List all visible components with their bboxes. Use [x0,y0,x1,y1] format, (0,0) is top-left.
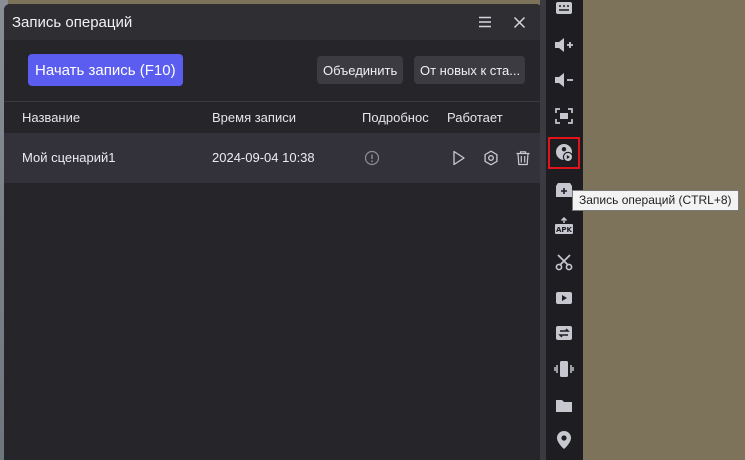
video-record-icon[interactable] [552,286,576,310]
column-time-header: Время записи [212,110,296,125]
svg-text:APK: APK [556,226,573,234]
sort-order-button[interactable]: От новых к ста... [414,56,525,84]
folder-icon[interactable] [552,393,576,417]
operation-record-icon[interactable] [548,137,580,169]
sidebar-tooltip: Запись операций (CTRL+8) [572,190,739,211]
panel-titlebar: Запись операций [4,4,542,40]
column-running-header: Работает [447,110,503,125]
sync-icon[interactable] [552,321,576,345]
shake-icon[interactable] [552,357,576,381]
table-header: Название Время записи Подробнос Работает [4,101,542,133]
operation-record-panel: Запись операций Начать запись (F10) Объе… [4,4,542,460]
menu-icon[interactable] [472,9,498,35]
table-row[interactable]: Мой сценарий1 2024-09-04 10:38 [4,133,542,183]
keyboard-icon[interactable] [552,0,576,20]
scissors-icon[interactable] [552,250,576,274]
column-details-header: Подробнос [362,110,429,125]
close-icon[interactable] [506,9,532,35]
start-record-button[interactable]: Начать запись (F10) [28,54,183,86]
column-name-header: Название [22,110,81,125]
panel-title: Запись операций [12,13,133,31]
settings-icon[interactable] [481,148,501,168]
volume-up-icon[interactable] [552,33,576,57]
record-time: 2024-09-04 10:38 [212,150,315,165]
emulator-sidebar: APK [546,0,583,460]
play-icon[interactable] [449,148,469,168]
merge-button[interactable]: Объединить [317,56,403,84]
script-name: Мой сценарий1 [22,150,116,165]
screenshot-icon[interactable] [552,104,576,128]
location-icon[interactable] [552,428,576,452]
apk-install-icon[interactable]: APK [552,214,576,238]
delete-icon[interactable] [513,148,533,168]
info-icon[interactable] [362,148,382,168]
panel-toolbar: Начать запись (F10) Объединить От новых … [4,40,542,102]
volume-down-icon[interactable] [552,68,576,92]
